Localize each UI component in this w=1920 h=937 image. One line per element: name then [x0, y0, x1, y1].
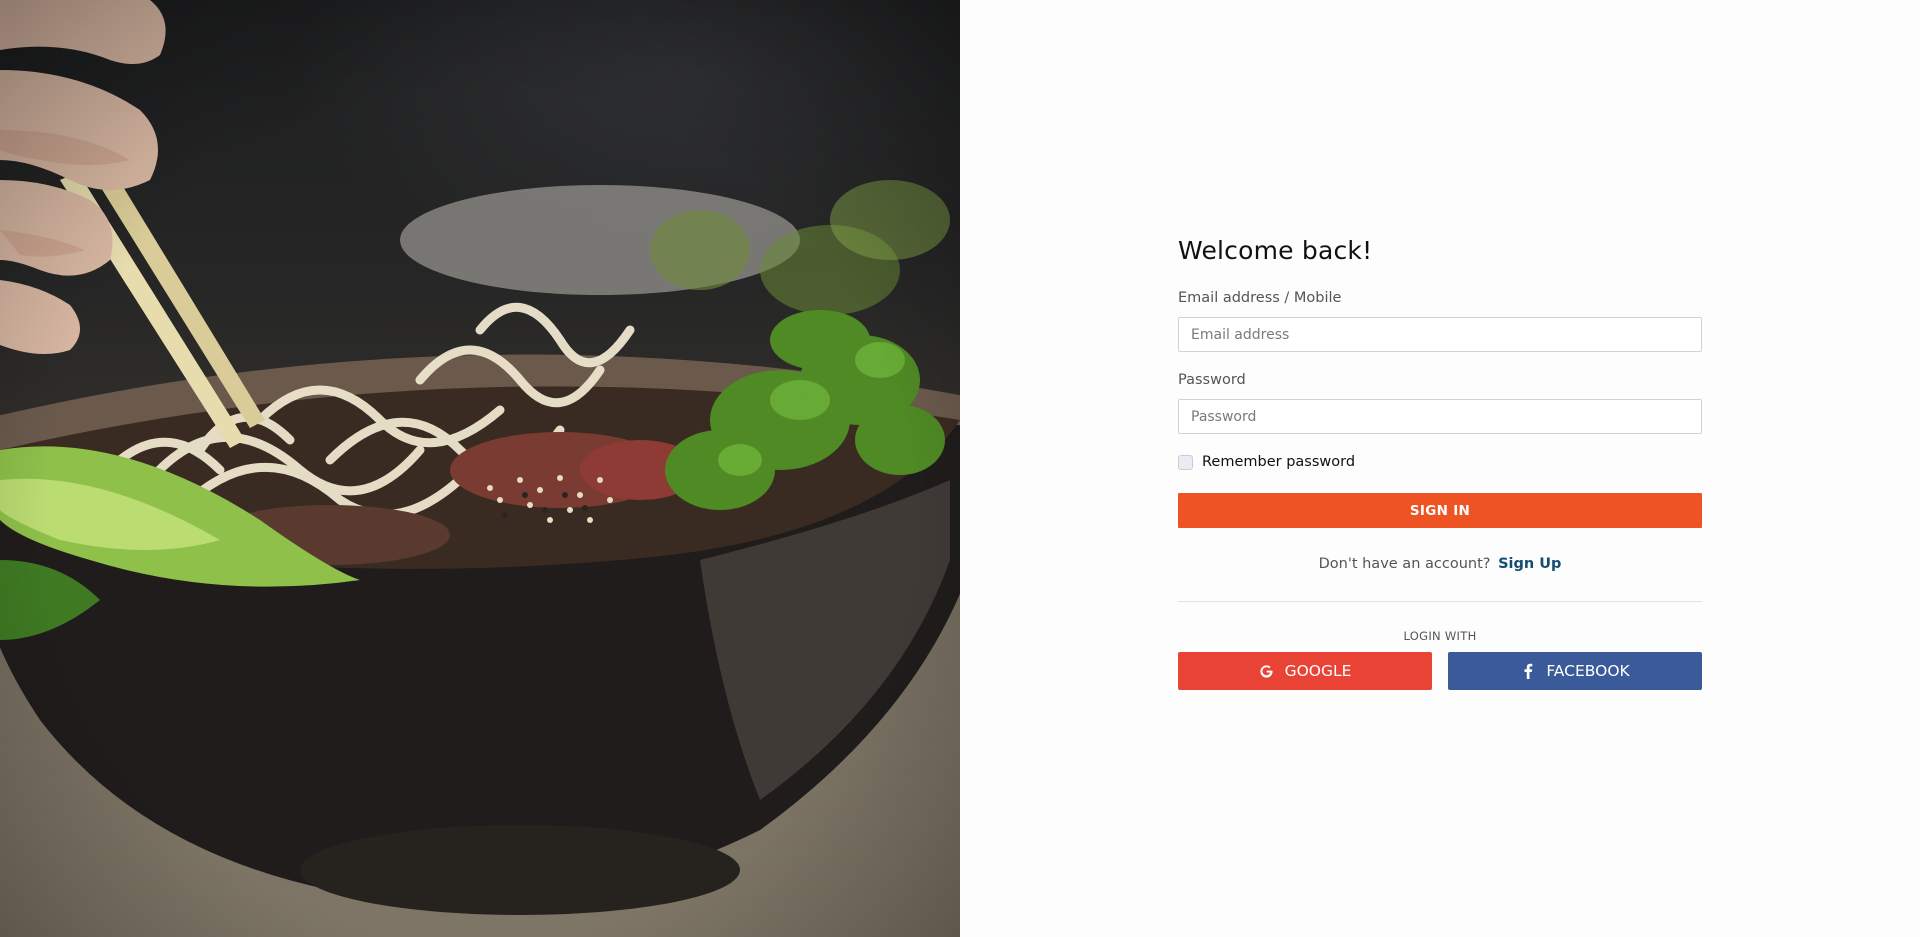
- email-field[interactable]: [1178, 317, 1702, 352]
- social-login-row: GOOGLE FACEBOOK: [1178, 652, 1702, 690]
- facebook-login-label: FACEBOOK: [1546, 662, 1630, 680]
- sign-in-form: Welcome back! Email address / Mobile Pas…: [1178, 234, 1702, 690]
- noodle-bowl-photo: [0, 0, 960, 937]
- sign-up-prompt: Don't have an account?: [1318, 556, 1491, 572]
- remember-password-row: Remember password: [1178, 452, 1702, 472]
- facebook-login-button[interactable]: FACEBOOK: [1448, 652, 1702, 690]
- login-with-label: LOGIN WITH: [1403, 629, 1477, 643]
- password-field[interactable]: [1178, 399, 1702, 434]
- sign-in-panel: Welcome back! Email address / Mobile Pas…: [960, 0, 1920, 937]
- email-label: Email address / Mobile: [1178, 290, 1342, 306]
- google-icon: [1259, 663, 1275, 679]
- sign-up-link[interactable]: Sign Up: [1498, 556, 1561, 572]
- google-login-button[interactable]: GOOGLE: [1178, 652, 1432, 690]
- password-label: Password: [1178, 372, 1246, 388]
- sign-up-row: Don't have an account? Sign Up: [1178, 554, 1702, 574]
- remember-password-checkbox[interactable]: [1178, 454, 1193, 470]
- google-login-label: GOOGLE: [1284, 662, 1352, 680]
- divider: [1178, 601, 1702, 602]
- facebook-icon: [1520, 663, 1536, 679]
- page-title: Welcome back!: [1178, 236, 1373, 265]
- login-page: Welcome back! Email address / Mobile Pas…: [0, 0, 1920, 937]
- sign-in-button[interactable]: SIGN IN: [1178, 493, 1702, 528]
- hero-illustration: [0, 0, 960, 937]
- remember-password-label[interactable]: Remember password: [1202, 454, 1355, 470]
